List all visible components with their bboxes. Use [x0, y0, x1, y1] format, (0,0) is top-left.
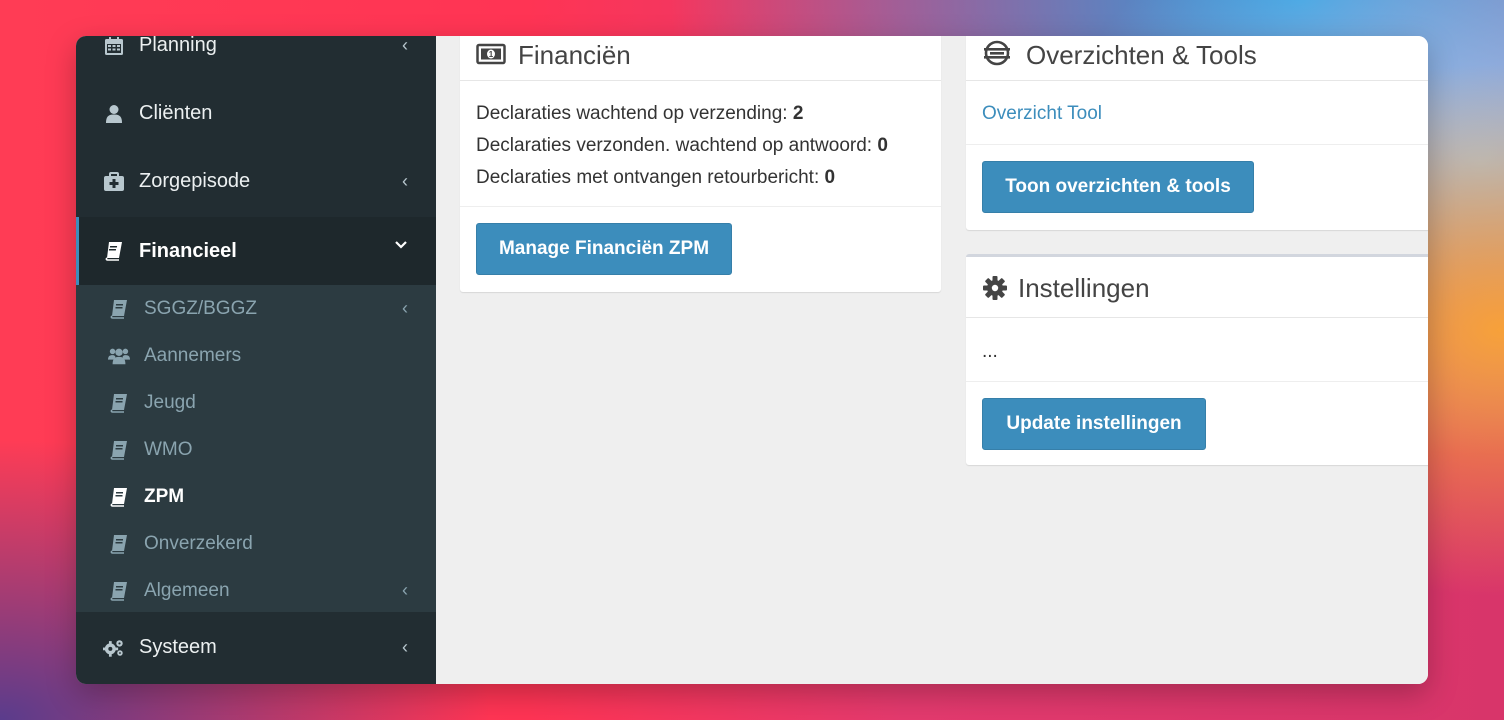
submenu-item-jeugd[interactable]: Jeugd	[76, 379, 436, 426]
sidebar-item-label: Zorgepisode	[139, 170, 251, 192]
book-icon	[108, 393, 130, 413]
gear-icon	[980, 274, 1010, 302]
box-body: Overzicht Tool	[982, 98, 1102, 130]
box-footer: Update instellingen	[966, 381, 1428, 465]
manage-financien-button[interactable]: Manage Financiën ZPM	[476, 223, 732, 275]
sidebar-item-systeem[interactable]: Systeem ‹	[76, 614, 436, 681]
submenu-item-label: Aannemers	[144, 344, 242, 366]
submenu-item-label: Algemeen	[144, 579, 230, 601]
list-circle-icon	[982, 39, 1012, 67]
svg-text:1: 1	[489, 50, 494, 59]
chevron-left-icon: ‹	[402, 298, 408, 318]
sidebar: Planning ‹ Cliënten Zorgepisode ‹ Financ…	[76, 36, 436, 684]
user-icon	[103, 103, 125, 125]
chevron-left-icon: ‹	[402, 171, 408, 191]
app-window: Planning ‹ Cliënten Zorgepisode ‹ Financ…	[76, 36, 1428, 684]
chevron-down-icon	[394, 237, 408, 255]
submenu-item-label: SGGZ/BGGZ	[144, 297, 257, 319]
submenu-item-label: Onverzekerd	[144, 532, 253, 554]
submenu-item-label: Jeugd	[144, 391, 196, 413]
gears-icon	[103, 637, 125, 659]
box-header: Overzichten & Tools	[966, 36, 1428, 81]
submenu-item-onverzekerd[interactable]: Onverzekerd	[76, 520, 436, 567]
main-content: 1 Financiën Declaraties wachtend op verz…	[436, 36, 1428, 684]
submenu-item-sggz-bggz[interactable]: SGGZ/BGGZ ‹	[76, 285, 436, 332]
users-icon	[108, 346, 130, 366]
submenu-item-label: WMO	[144, 438, 193, 460]
box-footer: Toon overzichten & tools	[966, 144, 1428, 230]
declaraties-summary: Declaraties wachtend op verzending: 2 De…	[476, 98, 888, 194]
box-title: Financiën	[518, 40, 631, 70]
update-instellingen-button[interactable]: Update instellingen	[982, 398, 1206, 450]
submenu-item-aannemers[interactable]: Aannemers	[76, 332, 436, 379]
book-icon	[108, 299, 130, 319]
sidebar-item-label: Planning	[139, 36, 217, 56]
financien-box: 1 Financiën Declaraties wachtend op verz…	[460, 36, 941, 292]
chevron-left-icon: ‹	[402, 637, 408, 657]
submenu-item-wmo[interactable]: WMO	[76, 426, 436, 473]
box-header: 1 Financiën	[460, 36, 941, 81]
book-icon	[103, 240, 125, 262]
sidebar-item-label: Cliënten	[139, 102, 213, 124]
box-title: Instellingen	[1018, 273, 1150, 303]
toon-overzichten-button[interactable]: Toon overzichten & tools	[982, 161, 1254, 213]
submenu-item-algemeen[interactable]: Algemeen ‹	[76, 567, 436, 614]
submenu-item-zpm[interactable]: ZPM	[76, 473, 436, 520]
chevron-left-icon: ‹	[402, 36, 408, 55]
declaratie-line: Declaraties verzonden. wachtend op antwo…	[476, 135, 888, 156]
overzicht-tool-link[interactable]: Overzicht Tool	[982, 103, 1102, 124]
sidebar-item-label: Financieel	[139, 239, 237, 262]
declaratie-line: Declaraties wachtend op verzending: 2	[476, 103, 804, 124]
financieel-submenu: SGGZ/BGGZ ‹ Aannemers Jeugd WMO ZPM Onve…	[76, 285, 436, 612]
instellingen-body: ...	[982, 341, 998, 362]
book-icon	[108, 581, 130, 601]
box-footer: Manage Financiën ZPM	[460, 206, 941, 292]
chevron-left-icon: ‹	[402, 580, 408, 600]
declaratie-count: 0	[877, 135, 888, 156]
medkit-icon	[103, 171, 125, 193]
overzichten-box: Overzichten & Tools Overzicht Tool Toon …	[966, 36, 1428, 230]
book-icon	[108, 534, 130, 554]
declaratie-count: 0	[824, 167, 836, 188]
book-icon	[108, 440, 130, 460]
sidebar-item-clienten[interactable]: Cliënten	[76, 80, 436, 147]
book-icon	[108, 487, 130, 507]
money-icon: 1	[476, 40, 506, 68]
box-title: Overzichten & Tools	[1026, 40, 1257, 70]
box-header: Instellingen	[966, 257, 1428, 318]
declaratie-count: 2	[792, 103, 804, 124]
declaratie-line: Declaraties met ontvangen retourbericht:…	[476, 167, 836, 188]
submenu-item-label: ZPM	[144, 485, 185, 507]
calendar-icon	[103, 36, 125, 57]
instellingen-box: Instellingen ... Update instellingen	[966, 254, 1428, 465]
sidebar-item-financieel[interactable]: Financieel	[76, 217, 436, 285]
sidebar-item-planning[interactable]: Planning ‹	[76, 36, 436, 79]
sidebar-item-label: Systeem	[139, 636, 217, 658]
sidebar-item-zorgepisode[interactable]: Zorgepisode ‹	[76, 148, 436, 215]
